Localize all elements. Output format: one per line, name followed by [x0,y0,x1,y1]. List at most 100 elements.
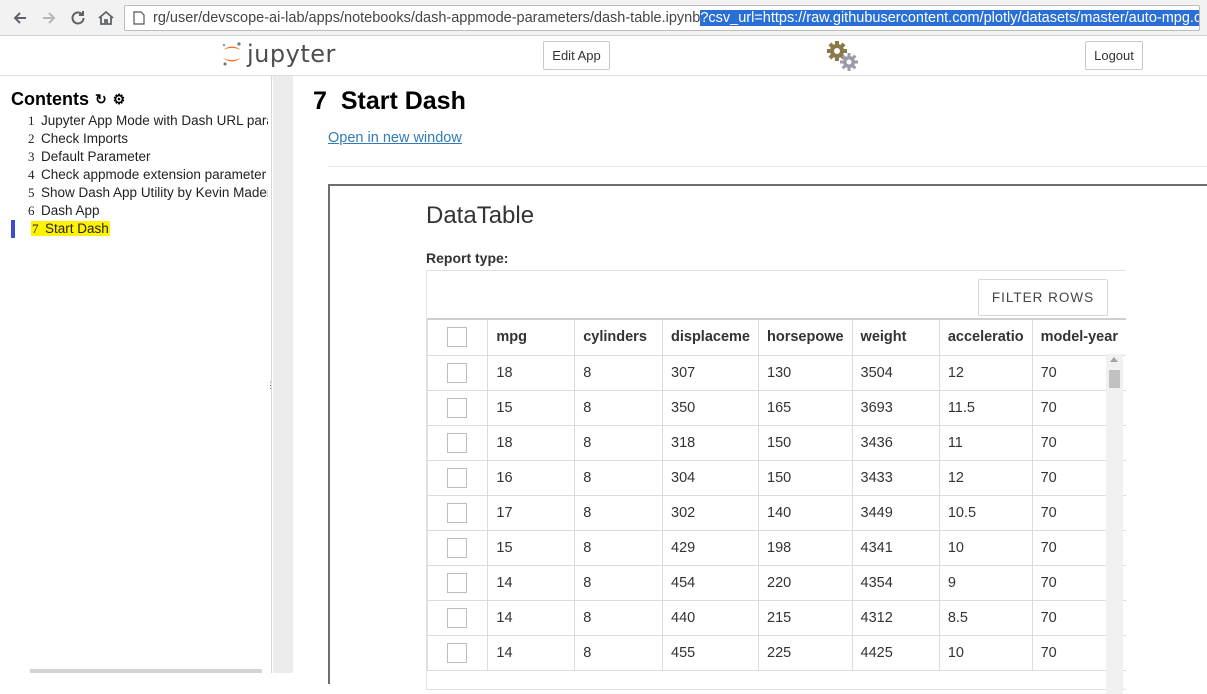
table-cell[interactable]: 225 [758,634,853,671]
table-cell[interactable]: 130 [758,354,853,391]
table-cell[interactable]: 304 [662,459,759,496]
table-cell[interactable]: 318 [662,424,759,461]
forward-arrow-icon[interactable] [37,6,61,30]
toc-item[interactable]: 1 Jupyter App Mode with Dash URL para [28,112,268,130]
column-header[interactable]: acceleratio [938,318,1033,356]
row-checkbox[interactable] [447,467,467,488]
table-cell[interactable]: 8 [574,599,663,636]
table-cell[interactable]: 8 [574,564,663,601]
table-cell[interactable]: 307 [662,354,759,391]
table-cell[interactable]: 4312 [851,599,940,636]
row-checkbox[interactable] [447,642,467,663]
divider [328,166,1207,167]
row-checkbox[interactable] [447,362,467,383]
table-cell[interactable]: 14 [487,564,576,601]
table-cell[interactable]: 3449 [851,494,940,531]
table-scrollbar[interactable] [1106,354,1123,694]
toc-item-active[interactable]: 7 Start Dash [28,220,268,238]
scroll-up-arrow-icon[interactable] [1110,357,1118,362]
table-cell[interactable]: 11 [938,424,1033,461]
column-header[interactable]: horsepowe [758,318,853,356]
row-checkbox[interactable] [447,537,467,558]
table-cell[interactable]: 220 [758,564,853,601]
table-cell[interactable]: 150 [758,459,853,496]
table-cell[interactable]: 18 [487,354,576,391]
table-cell[interactable]: 12 [938,354,1033,391]
table-cell[interactable]: 3433 [851,459,940,496]
table-cell[interactable]: 3693 [851,389,940,426]
table-cell[interactable]: 9 [938,564,1033,601]
table-cell[interactable]: 12 [938,459,1033,496]
table-cell[interactable]: 4341 [851,529,940,566]
row-checkbox[interactable] [447,572,467,593]
scrollbar-thumb[interactable] [1109,370,1120,388]
table-cell[interactable]: 10 [938,529,1033,566]
column-header[interactable]: mpg [487,318,576,356]
row-checkbox-cell [426,424,489,461]
table-cell[interactable]: 14 [487,599,576,636]
row-checkbox-cell [426,599,489,636]
toc-item[interactable]: 6 Dash App [28,202,268,220]
refresh-icon[interactable]: ↻ [95,91,107,108]
toc-item[interactable]: 4 Check appmode extension parameter [28,166,268,184]
table-cell[interactable]: 8 [574,354,663,391]
table-cell[interactable]: 18 [487,424,576,461]
column-header[interactable]: cylinders [574,318,663,356]
table-cell[interactable]: 16 [487,459,576,496]
reload-icon[interactable] [66,6,90,30]
toc-item[interactable]: 5 Show Dash App Utility by Kevin Mader [28,184,268,202]
table-cell[interactable]: 8 [574,634,663,671]
table-cell[interactable]: 302 [662,494,759,531]
toc-item-label: Default Parameter [41,149,151,164]
table-cell[interactable]: 11.5 [938,389,1033,426]
back-arrow-icon[interactable] [8,6,32,30]
jupyter-logo[interactable]: jupyter [221,40,336,68]
row-checkbox[interactable] [447,397,467,418]
table-cell[interactable]: 165 [758,389,853,426]
table-cell[interactable]: 8 [574,424,663,461]
table-cell[interactable]: 3504 [851,354,940,391]
row-checkbox[interactable] [447,432,467,453]
table-cell[interactable]: 350 [662,389,759,426]
table-cell[interactable]: 8 [574,529,663,566]
home-icon[interactable] [94,6,118,30]
table-cell[interactable]: 150 [758,424,853,461]
table-cell[interactable]: 4354 [851,564,940,601]
column-header[interactable]: model-year [1031,318,1126,356]
toc-item[interactable]: 3 Default Parameter [28,148,268,166]
table-cell[interactable]: 429 [662,529,759,566]
table-cell[interactable]: 17 [487,494,576,531]
row-checkbox[interactable] [447,502,467,523]
sidebar-scrollbar[interactable] [30,669,262,673]
address-bar[interactable]: rg/user/devscope-ai-lab/apps/notebooks/d… [124,5,1200,31]
table-cell[interactable]: 15 [487,389,576,426]
toc-item[interactable]: 2 Check Imports [28,130,268,148]
table-cell[interactable]: 10.5 [938,494,1033,531]
open-new-window-link[interactable]: Open in new window [328,130,462,146]
table-cell[interactable]: 10 [938,634,1033,671]
table-cell[interactable]: 455 [662,634,759,671]
table-cell[interactable]: 215 [758,599,853,636]
logout-button[interactable]: Logout [1085,41,1143,70]
table-cell[interactable]: 3436 [851,424,940,461]
table-row: 18 8 318 150 3436 11 70 [426,424,1126,461]
table-cell[interactable]: 15 [487,529,576,566]
column-header[interactable]: weight [851,318,940,356]
table-cell[interactable]: 8.5 [938,599,1033,636]
gear-icon[interactable]: ⚙ [113,91,126,108]
table-cell[interactable]: 440 [662,599,759,636]
table-cell[interactable]: 4425 [851,634,940,671]
table-cell[interactable]: 140 [758,494,853,531]
table-cell[interactable]: 14 [487,634,576,671]
table-cell[interactable]: 8 [574,389,663,426]
edit-app-button[interactable]: Edit App [543,41,610,70]
table-cell[interactable]: 198 [758,529,853,566]
table-cell[interactable]: 454 [662,564,759,601]
select-all-checkbox[interactable] [447,327,467,348]
table-cell[interactable]: 8 [574,459,663,496]
row-checkbox[interactable] [447,607,467,628]
gears-icon[interactable] [826,40,860,72]
column-header[interactable]: displaceme [662,318,759,356]
filter-rows-button[interactable]: FILTER ROWS [978,279,1108,316]
table-cell[interactable]: 8 [574,494,663,531]
